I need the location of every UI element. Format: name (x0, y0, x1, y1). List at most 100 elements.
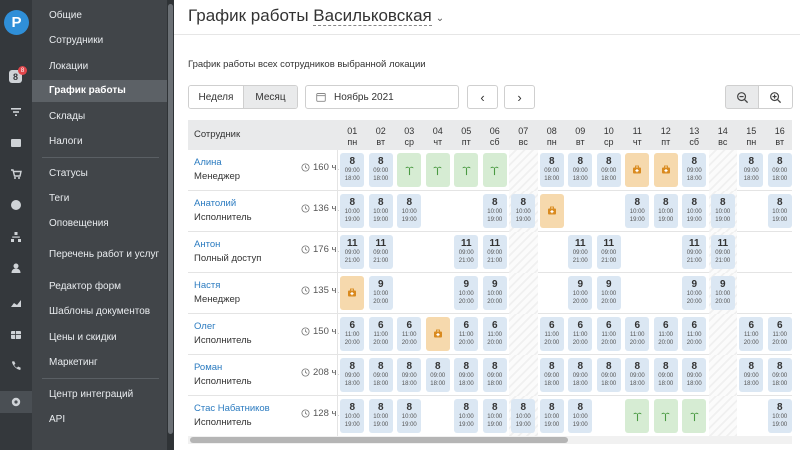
shift-cell[interactable]: 6 11:00 20:00 (653, 317, 678, 351)
app-logo[interactable]: P (4, 10, 29, 35)
sick-leave-cell[interactable] (539, 194, 564, 228)
shift-cell[interactable]: 8 09:00 18:00 (539, 358, 564, 392)
sick-leave-cell[interactable] (425, 317, 450, 351)
shift-cell[interactable]: 11 09:00 21:00 (482, 235, 507, 269)
cart-icon[interactable] (0, 163, 32, 185)
shift-cell[interactable]: 8 10:00 19:00 (368, 399, 393, 433)
shift-cell[interactable]: 8 10:00 19:00 (767, 194, 792, 228)
next-month-button[interactable]: › (504, 85, 535, 109)
shift-cell[interactable]: 11 09:00 21:00 (596, 235, 621, 269)
location-selector[interactable]: Васильковская (313, 6, 432, 26)
shift-cell[interactable]: 6 11:00 20:00 (596, 317, 621, 351)
shift-cell[interactable]: 8 10:00 19:00 (767, 399, 792, 433)
sick-leave-cell[interactable] (625, 153, 650, 187)
shift-cell[interactable]: 8 10:00 19:00 (482, 399, 507, 433)
menu-item-services[interactable]: Перечень работ и услуг (32, 240, 167, 270)
employee-name-link[interactable]: Роман (194, 362, 222, 373)
vacation-cell[interactable] (425, 153, 450, 187)
shift-cell[interactable]: 9 10:00 20:00 (454, 276, 479, 310)
shift-cell[interactable]: 6 11:00 20:00 (625, 317, 650, 351)
zoom-in-button[interactable] (759, 85, 793, 109)
shift-cell[interactable]: 8 10:00 19:00 (625, 194, 650, 228)
menu-item-schedule[interactable]: График работы (32, 80, 167, 102)
menu-item-taxes[interactable]: Налоги (32, 131, 167, 153)
filter-icon[interactable] (0, 101, 32, 123)
phone-icon[interactable] (0, 355, 32, 377)
shift-cell[interactable]: 9 10:00 20:00 (710, 276, 735, 310)
shift-cell[interactable]: 8 10:00 19:00 (482, 194, 507, 228)
shift-cell[interactable]: 8 09:00 18:00 (340, 358, 365, 392)
menu-scrollbar[interactable] (167, 0, 174, 450)
employee-name-link[interactable]: Настя (194, 280, 220, 291)
shift-cell[interactable]: 9 10:00 20:00 (596, 276, 621, 310)
shift-cell[interactable]: 6 11:00 20:00 (739, 317, 764, 351)
shift-cell[interactable]: 8 10:00 19:00 (710, 194, 735, 228)
vacation-cell[interactable] (454, 153, 479, 187)
sitemap-icon[interactable] (0, 226, 32, 248)
horizontal-scrollbar-thumb[interactable] (190, 437, 568, 443)
menu-item-integrations[interactable]: Центр интеграций (32, 384, 167, 406)
users-icon[interactable] (0, 257, 32, 279)
shift-cell[interactable]: 8 09:00 18:00 (625, 358, 650, 392)
month-view-button[interactable]: Месяц (244, 86, 297, 108)
employee-name-link[interactable]: Анатолий (194, 198, 236, 209)
menu-item-marketing[interactable]: Маркетинг (32, 352, 167, 374)
shift-cell[interactable]: 8 10:00 19:00 (368, 194, 393, 228)
shift-cell[interactable]: 8 10:00 19:00 (653, 194, 678, 228)
shift-cell[interactable]: 6 11:00 20:00 (397, 317, 422, 351)
shift-cell[interactable]: 8 10:00 19:00 (397, 399, 422, 433)
menu-item-general[interactable]: Общие (32, 5, 167, 27)
shift-cell[interactable]: 8 09:00 18:00 (568, 153, 593, 187)
shift-cell[interactable]: 8 09:00 18:00 (368, 358, 393, 392)
zoom-out-button[interactable] (725, 85, 759, 109)
shift-cell[interactable]: 8 09:00 18:00 (596, 358, 621, 392)
shift-cell[interactable]: 6 11:00 20:00 (568, 317, 593, 351)
menu-item-tags[interactable]: Теги (32, 188, 167, 210)
shift-cell[interactable]: 8 09:00 18:00 (397, 358, 422, 392)
shift-cell[interactable]: 8 09:00 18:00 (767, 153, 792, 187)
shift-cell[interactable]: 8 09:00 18:00 (653, 358, 678, 392)
menu-item-prices[interactable]: Цены и скидки (32, 327, 167, 349)
menu-item-document-templates[interactable]: Шаблоны документов (32, 301, 167, 323)
vacation-cell[interactable] (625, 399, 650, 433)
shift-cell[interactable]: 8 09:00 18:00 (596, 153, 621, 187)
shift-cell[interactable]: 8 10:00 19:00 (568, 399, 593, 433)
employee-name-link[interactable]: Антон (194, 239, 220, 250)
shift-cell[interactable]: 8 09:00 18:00 (454, 358, 479, 392)
date-picker[interactable]: Ноябрь 2021 (305, 85, 459, 109)
vacation-cell[interactable] (397, 153, 422, 187)
dollar-icon[interactable] (0, 194, 32, 216)
shift-cell[interactable]: 8 09:00 18:00 (739, 358, 764, 392)
shift-cell[interactable]: 8 09:00 18:00 (425, 358, 450, 392)
shift-cell[interactable]: 6 11:00 20:00 (482, 317, 507, 351)
chevron-down-icon[interactable]: ⌄ (436, 13, 444, 24)
menu-item-employees[interactable]: Сотрудники (32, 30, 167, 52)
horizontal-scrollbar[interactable] (188, 436, 792, 444)
table-icon[interactable] (0, 324, 32, 346)
shift-cell[interactable]: 6 11:00 20:00 (368, 317, 393, 351)
vacation-cell[interactable] (682, 399, 707, 433)
shift-cell[interactable]: 11 09:00 21:00 (710, 235, 735, 269)
shift-cell[interactable]: 11 09:00 21:00 (368, 235, 393, 269)
shift-cell[interactable]: 8 09:00 18:00 (539, 153, 564, 187)
shift-cell[interactable]: 8 10:00 19:00 (340, 194, 365, 228)
shift-cell[interactable]: 11 09:00 21:00 (454, 235, 479, 269)
box-icon[interactable] (0, 132, 32, 154)
shift-cell[interactable]: 9 10:00 20:00 (682, 276, 707, 310)
shift-cell[interactable]: 6 11:00 20:00 (767, 317, 792, 351)
vacation-cell[interactable] (653, 399, 678, 433)
shift-cell[interactable]: 6 11:00 20:00 (340, 317, 365, 351)
shift-cell[interactable]: 8 09:00 18:00 (682, 358, 707, 392)
shift-cell[interactable]: 9 10:00 20:00 (482, 276, 507, 310)
shift-cell[interactable]: 8 09:00 18:00 (568, 358, 593, 392)
employee-name-link[interactable]: Стас Набатников (194, 403, 270, 414)
shift-cell[interactable]: 6 11:00 20:00 (682, 317, 707, 351)
shift-cell[interactable]: 8 10:00 19:00 (682, 194, 707, 228)
menu-item-warehouses[interactable]: Склады (32, 106, 167, 128)
shift-cell[interactable]: 8 09:00 18:00 (739, 153, 764, 187)
shift-cell[interactable]: 8 09:00 18:00 (340, 153, 365, 187)
shift-cell[interactable]: 11 09:00 21:00 (568, 235, 593, 269)
shift-cell[interactable]: 8 09:00 18:00 (482, 358, 507, 392)
menu-item-notifications[interactable]: Оповещения (32, 213, 167, 235)
vacation-cell[interactable] (482, 153, 507, 187)
